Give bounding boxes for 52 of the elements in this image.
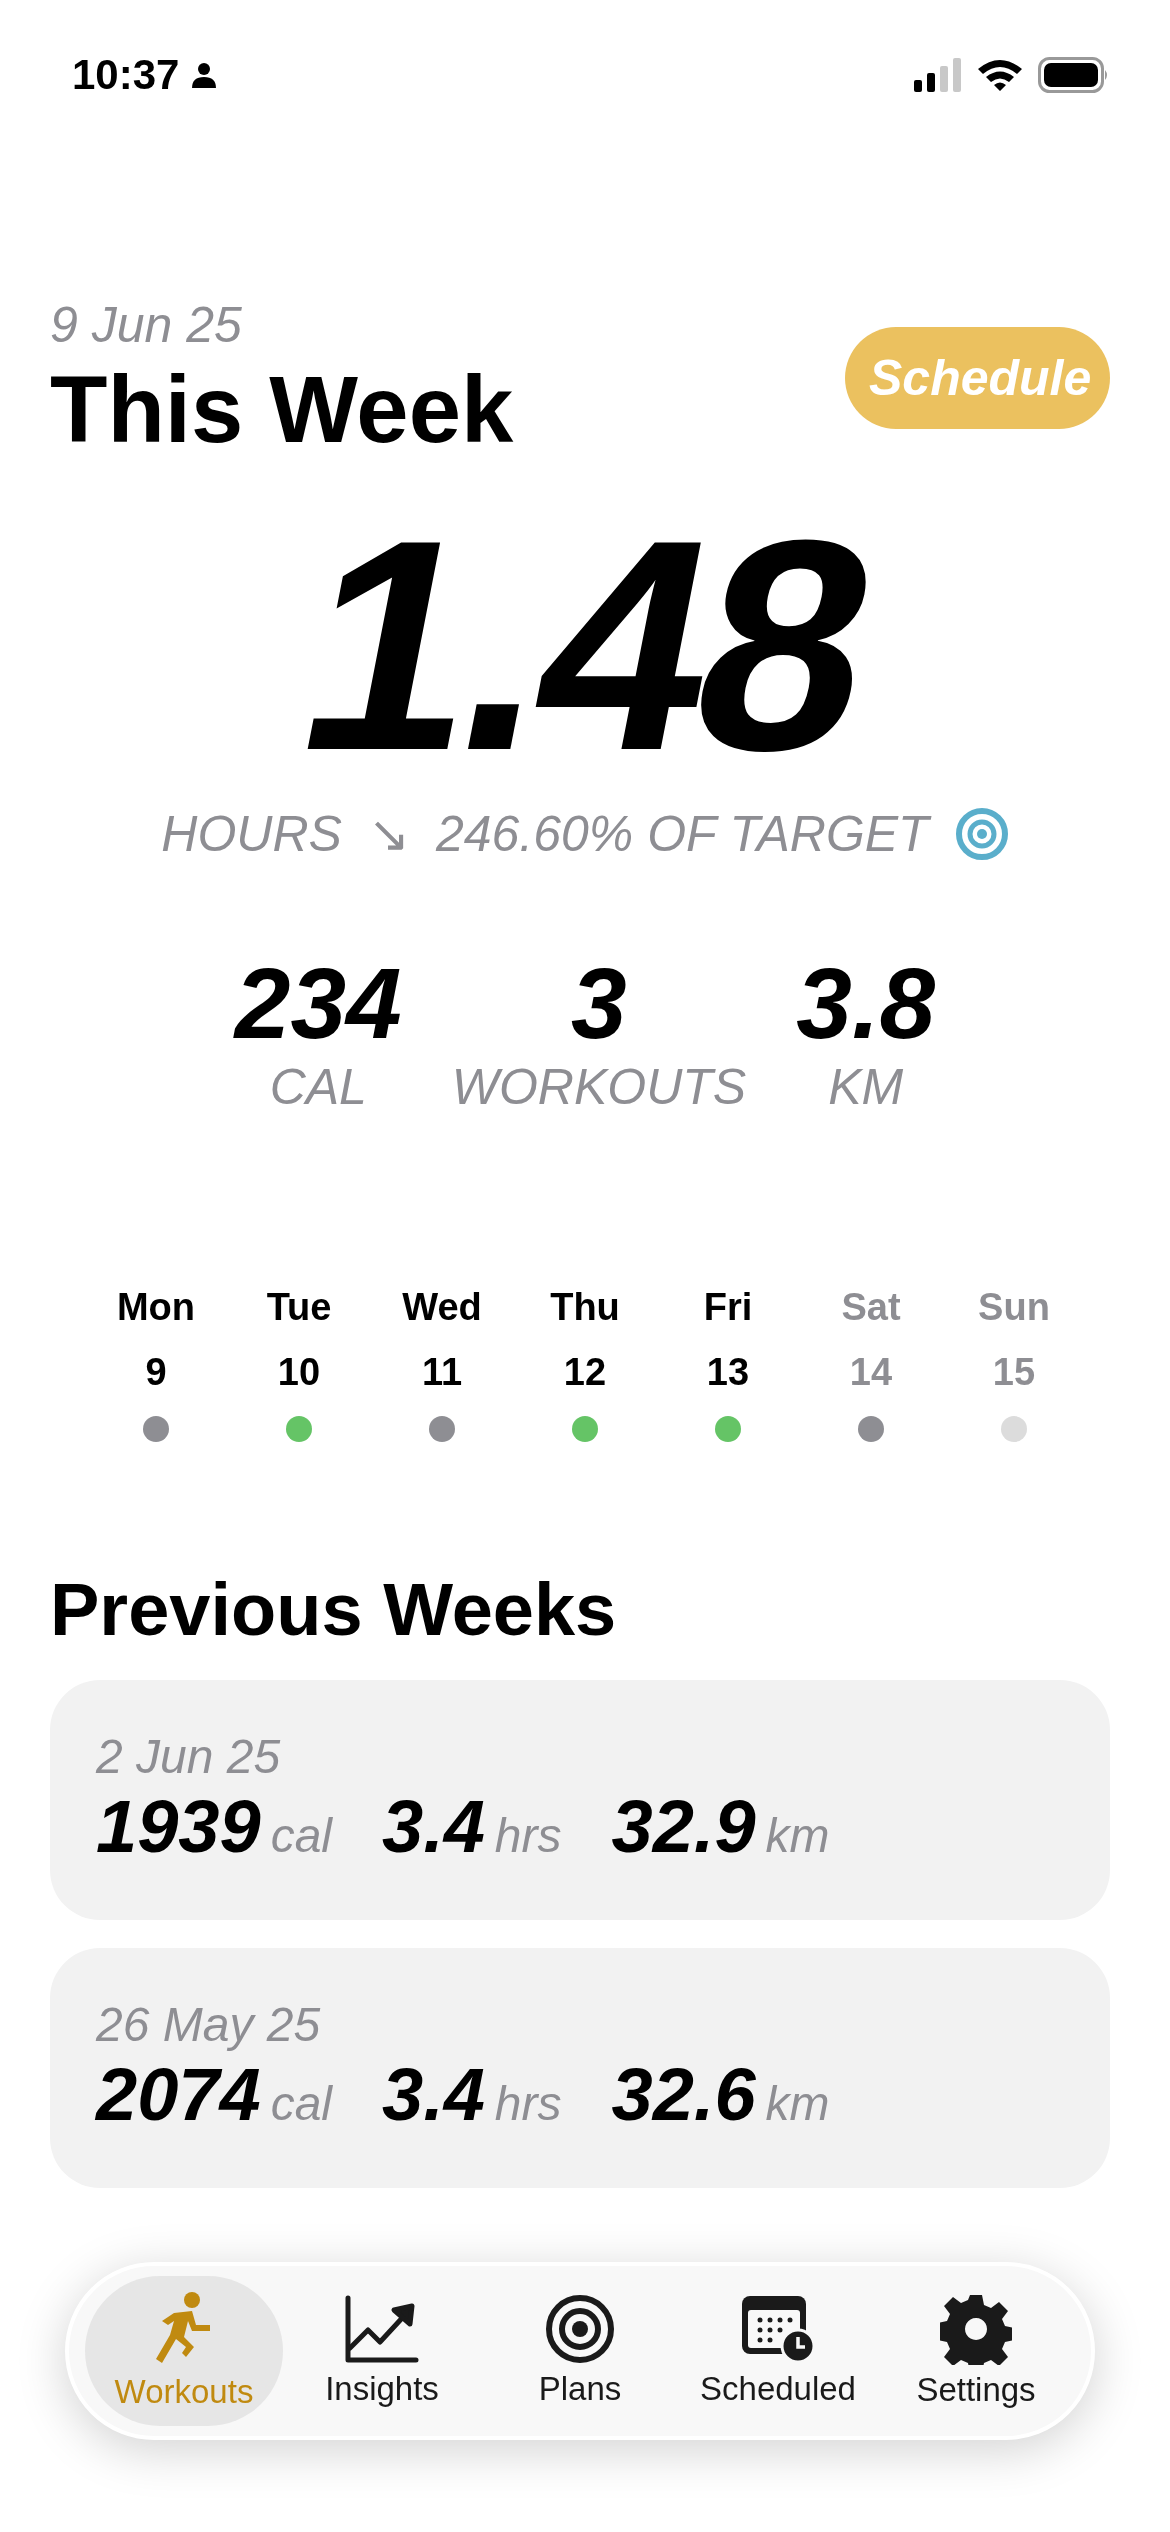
- battery-icon: [1038, 57, 1110, 93]
- weekday-label: Fri: [703, 1286, 753, 1329]
- metric-value: 32.9: [611, 1784, 756, 1869]
- metric-unit: cal: [270, 2076, 332, 2131]
- tab-item[interactable]: Plans: [481, 2276, 679, 2426]
- calendar-clock-icon: [740, 2294, 816, 2364]
- metric-value: 2074: [96, 2052, 261, 2137]
- tab-item[interactable]: Scheduled: [679, 2276, 877, 2426]
- chart-icon: [344, 2294, 420, 2364]
- day-number: 13: [706, 1351, 750, 1394]
- metric-value: 1939: [96, 1784, 261, 1869]
- metric-unit: km: [765, 1808, 830, 1863]
- day-number: 14: [849, 1351, 893, 1394]
- day-number: 15: [992, 1351, 1036, 1394]
- section-title: Previous Weeks: [50, 1567, 618, 1652]
- stat-label: CAL: [269, 1058, 367, 1116]
- weekday-label: Mon: [116, 1286, 196, 1329]
- tab-item[interactable]: Settings: [877, 2276, 1075, 2426]
- metric-value: 3.4: [382, 2052, 485, 2137]
- target-icon: [954, 807, 1009, 861]
- week-card[interactable]: 2 Jun 25 1939 cal 3.4 hrs 32.9 km: [50, 1680, 1110, 1920]
- stat-value: 234: [234, 948, 402, 1058]
- wifi-icon: [976, 57, 1024, 93]
- metric-unit: cal: [270, 1808, 332, 1863]
- day-number: 9: [145, 1351, 167, 1394]
- signal-icon: [914, 58, 962, 92]
- stat-value: 3.8: [796, 948, 936, 1058]
- weekday-label: Sun: [978, 1286, 1050, 1329]
- tab-item[interactable]: Insights: [283, 2276, 481, 2426]
- status-time: 10:37: [72, 51, 180, 99]
- card-date: 2 Jun 25: [96, 1730, 282, 1784]
- day-number: 12: [563, 1351, 607, 1394]
- weekday-label: Sat: [841, 1286, 901, 1329]
- stat-label: KM: [828, 1058, 904, 1116]
- weekday-label: Tue: [266, 1286, 332, 1329]
- card-date: 26 May 25: [96, 1998, 322, 2052]
- week-card[interactable]: 26 May 25 2074 cal 3.4 hrs 32.6 km: [50, 1948, 1110, 2188]
- settings-icon: [940, 2293, 1012, 2365]
- week-date: 9 Jun 25: [50, 296, 243, 355]
- metric-unit: hrs: [494, 1808, 562, 1863]
- metric-unit: km: [765, 2076, 830, 2131]
- day-number: 10: [277, 1351, 321, 1394]
- day-number: 11: [421, 1351, 463, 1394]
- stat-value: 3: [571, 948, 627, 1058]
- metric-value: 32.6: [611, 2052, 756, 2137]
- metric-value: 3.4: [382, 1784, 485, 1869]
- weekday-label: Wed: [402, 1286, 482, 1329]
- weekday-label: Thu: [550, 1286, 620, 1329]
- target-icon: [545, 2294, 615, 2364]
- metric-unit: hrs: [494, 2076, 562, 2131]
- page-title: This Week: [50, 356, 514, 464]
- stat-label: WORKOUTS: [451, 1058, 747, 1116]
